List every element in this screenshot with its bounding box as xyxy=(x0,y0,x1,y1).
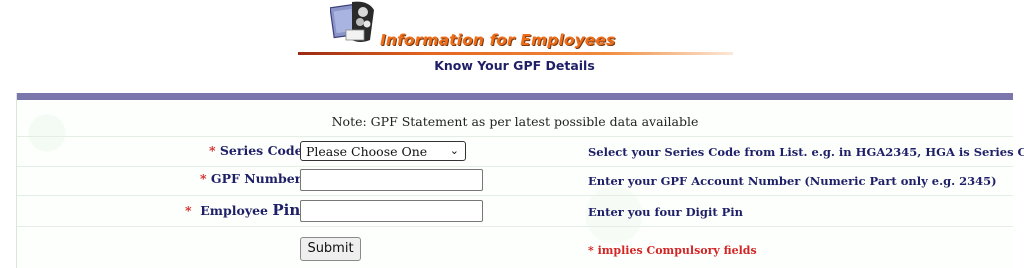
required-marker: * xyxy=(200,171,207,186)
required-marker: * xyxy=(185,203,192,218)
required-marker: * xyxy=(209,143,216,158)
row-divider xyxy=(17,226,1013,227)
gpf-number-input[interactable] xyxy=(300,169,483,191)
gpf-note: Note: GPF Statement as per latest possib… xyxy=(331,114,699,129)
compulsory-note: * implies Compulsory fields xyxy=(588,244,757,257)
gpf-number-label: * GPF Number: xyxy=(200,171,306,186)
series-code-label-text: Series Code: xyxy=(219,143,308,158)
banner-title: Information for Employees xyxy=(380,31,616,49)
employee-pin-help: Enter you four Digit Pin xyxy=(588,205,744,219)
gpf-number-label-text: GPF Number: xyxy=(210,171,306,186)
employee-pin-label: * Employee Pin: xyxy=(185,201,306,219)
row-divider xyxy=(17,166,1013,167)
employee-pin-input[interactable] xyxy=(300,200,483,222)
banner-underline xyxy=(298,52,733,55)
chevron-down-icon: ⌄ xyxy=(449,144,459,157)
submit-button[interactable]: Submit xyxy=(300,237,361,261)
gpf-number-help: Enter your GPF Account Number (Numeric P… xyxy=(588,174,997,188)
series-code-help: Select your Series Code from List. e.g. … xyxy=(588,145,1024,159)
gpf-form-panel: Note: GPF Statement as per latest possib… xyxy=(16,93,1024,268)
series-code-select[interactable]: Please Choose One ⌄ xyxy=(300,141,466,161)
row-divider xyxy=(17,195,1013,196)
series-code-label: * Series Code: xyxy=(209,143,307,158)
header-banner: Information for Employees xyxy=(298,0,733,58)
page-title: Know Your GPF Details xyxy=(434,58,595,73)
employee-photo-icon xyxy=(330,1,374,42)
panel-top-bar xyxy=(17,93,1013,100)
series-code-selected: Please Choose One xyxy=(306,144,428,159)
row-divider xyxy=(17,136,1013,137)
employee-pin-label-text: Employee xyxy=(200,203,273,218)
